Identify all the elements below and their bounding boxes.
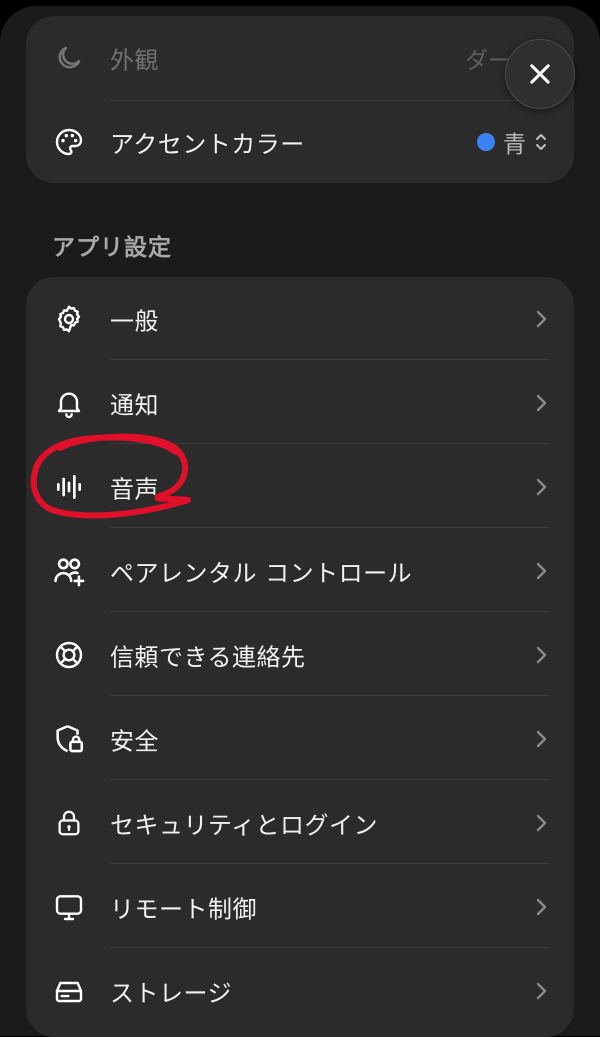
monitor-icon [52,890,86,924]
accent-color-row[interactable]: アクセントカラー 青 [26,100,574,183]
bell-icon [52,386,86,420]
settings-item-security-login[interactable]: セキュリティとログイン [26,781,574,865]
settings-item-label: ストレージ [110,979,233,1008]
divider [110,359,548,360]
settings-item-general[interactable]: 一般 [26,277,574,361]
chevron-right-icon [536,898,547,916]
divider [110,947,548,948]
chevron-right-icon [536,814,547,832]
divider [110,779,548,780]
divider [110,443,548,444]
divider [110,611,548,612]
section-title: アプリ設定 [52,235,172,261]
updown-chevron-icon [536,134,546,150]
display-settings-card: 外観 ダーク アクセントカラー 青 [26,16,574,183]
settings-item-voice[interactable]: 音声 [26,445,574,529]
chevron-right-icon [536,394,547,412]
accent-color-name: 青 [503,132,526,158]
people-add-icon [52,554,86,588]
chevron-right-icon [536,478,547,496]
appearance-row[interactable]: 外観 ダーク [26,16,574,100]
settings-item-label: リモート制御 [110,895,257,924]
settings-item-label: 信頼できる連絡先 [110,643,306,672]
moon-icon [52,41,86,75]
settings-item-label: 音声 [110,475,159,504]
gear-icon [52,302,86,336]
waveform-icon [52,470,86,504]
close-button[interactable] [505,39,575,109]
palette-icon [52,125,86,159]
settings-item-label: 通知 [110,391,159,420]
divider [110,863,548,864]
chevron-right-icon [536,730,547,748]
chevron-right-icon [536,562,547,580]
settings-item-parental-controls[interactable]: ペアレンタル コントロール [26,529,574,613]
accent-color-value[interactable]: 青 [477,125,548,159]
chevron-right-icon [536,646,547,664]
appearance-label: 外観 [110,46,159,75]
settings-item-trusted-contacts[interactable]: 信頼できる連絡先 [26,613,574,697]
accent-color-label: アクセントカラー [110,130,305,159]
lock-icon [52,806,86,840]
drive-icon [52,974,86,1008]
close-icon [530,64,550,84]
settings-item-label: セキュリティとログイン [110,811,379,840]
settings-item-label: 一般 [110,307,159,336]
settings-item-notifications[interactable]: 通知 [26,361,574,445]
chevron-right-icon [536,982,547,1000]
settings-item-safety[interactable]: 安全 [26,697,574,781]
lifebuoy-icon [52,638,86,672]
divider [110,527,548,528]
settings-item-remote-control[interactable]: リモート制御 [26,865,574,949]
app-settings-card: 一般 通知 音声 ペアレンタル コントロール 信頼できる連絡先 安全 セキュリテ… [26,277,574,1037]
divider [110,695,548,696]
settings-item-label: 安全 [110,727,159,756]
shield-lock-icon [52,722,86,756]
settings-item-label: ペアレンタル コントロール [110,559,413,588]
settings-item-storage[interactable]: ストレージ [26,949,574,1033]
accent-color-swatch [477,133,495,151]
chevron-right-icon [536,310,547,328]
settings-sheet: 外観 ダーク アクセントカラー 青 アプリ設定 一般 通知 音声 ペアレンタル … [0,6,600,1037]
